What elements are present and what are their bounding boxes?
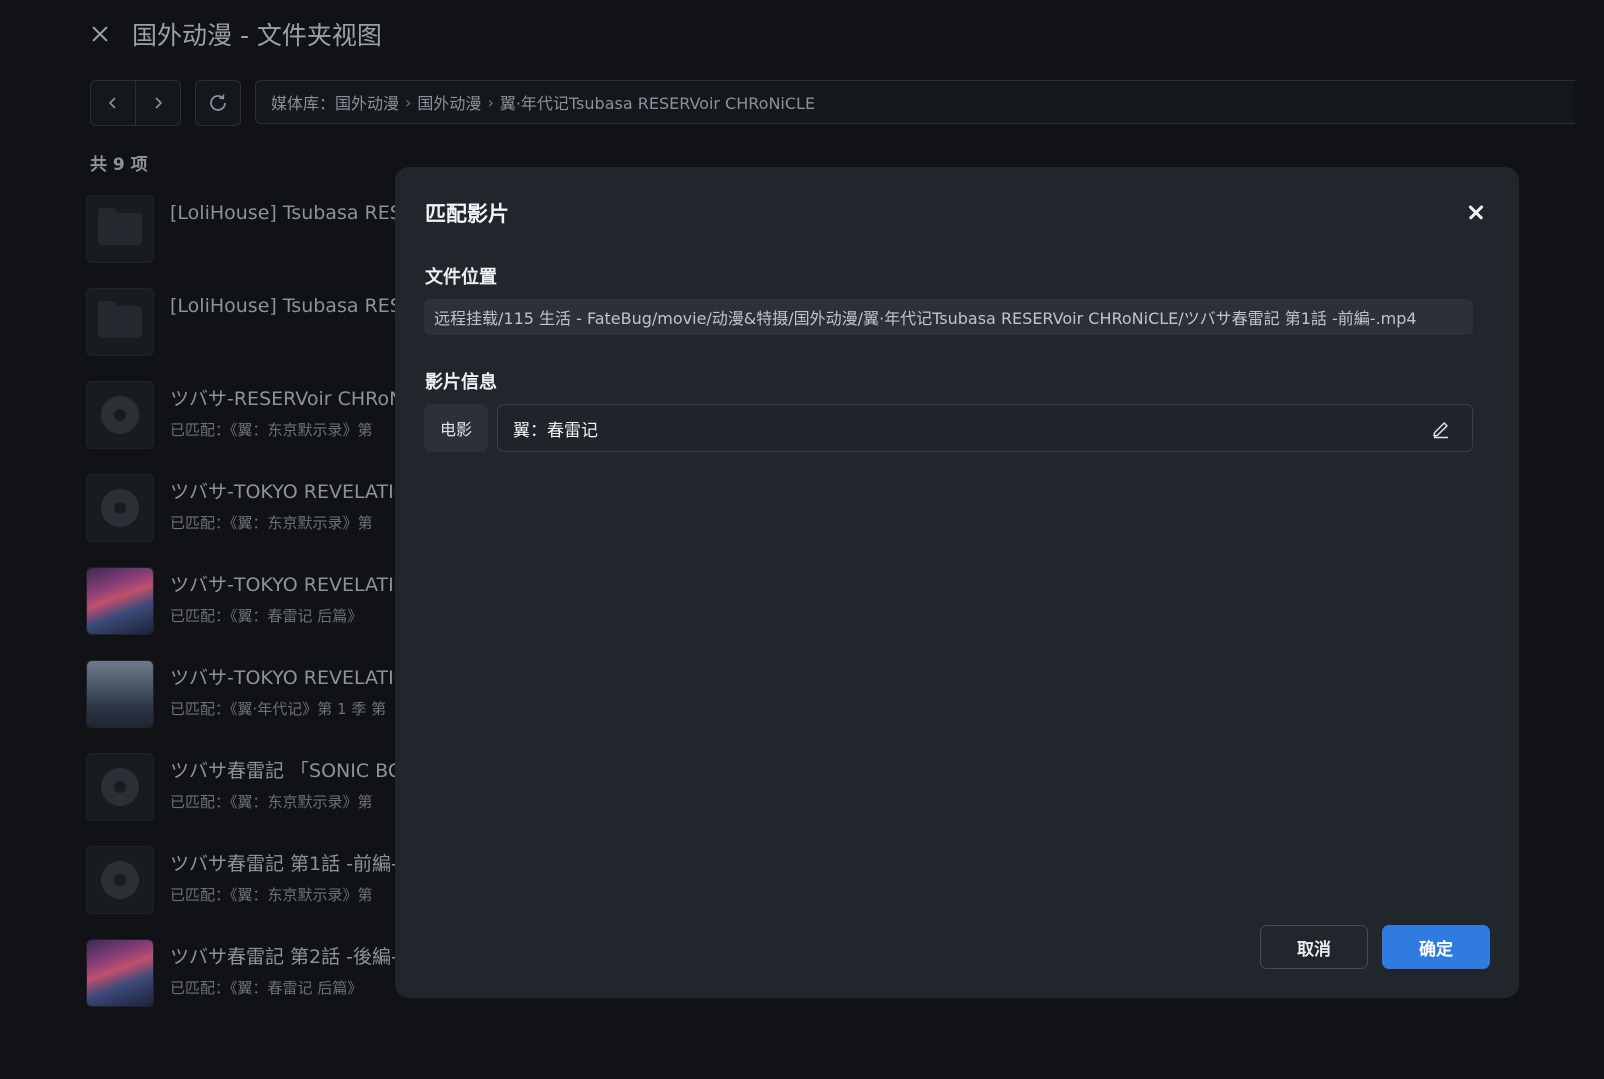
history-buttons — [90, 80, 181, 126]
chevron-left-icon[interactable] — [91, 81, 135, 125]
list-item-title: ツバサ-RESERVoir CHRoNiCLE — [170, 388, 398, 410]
film-reel-icon — [86, 846, 154, 914]
poster-thumbnail — [86, 567, 154, 635]
list-item[interactable]: ツバサ-TOKYO REVELATIONS 已匹配：《翼：春雷记 后篇》 — [86, 567, 416, 660]
close-icon[interactable] — [88, 22, 112, 46]
folder-icon — [86, 288, 154, 356]
list-item-match: 已匹配：《翼：东京默示录》第 — [170, 421, 373, 439]
breadcrumb-item[interactable]: 媒体库：国外动漫 — [271, 90, 399, 114]
breadcrumb-item[interactable]: 翼·年代记Tsubasa RESERVoir CHRoNiCLE — [500, 90, 815, 114]
list-item-title: ツバサ春雷記 「SONIC BOOM」 — [170, 760, 398, 782]
page-title: 国外动漫 - 文件夹视图 — [132, 21, 382, 50]
file-path-field: 远程挂载/115 生活 - FateBug/movie/动漫&特摄/国外动漫/翼… — [424, 299, 1473, 335]
film-reel-icon — [86, 753, 154, 821]
list-item-title: ツバサ春雷記 第2話 -後編- — [170, 946, 398, 968]
breadcrumb-item[interactable]: 国外动漫 — [417, 90, 481, 114]
refresh-icon[interactable] — [196, 81, 240, 125]
window-header: 国外动漫 - 文件夹视图 — [88, 14, 382, 54]
matched-title: 翼：春雷记 — [513, 420, 598, 441]
list-item-match: 已匹配：《翼：东京默示录》第 — [170, 793, 373, 811]
film-reel-icon — [86, 381, 154, 449]
list-item[interactable]: ツバサ春雷記 第2話 -後編- 已匹配：《翼：春雷记 后篇》 — [86, 939, 416, 1032]
list-item[interactable]: ツバサ-TOKYO REVELATIONS 已匹配：《翼：东京默示录》第 — [86, 474, 416, 567]
confirm-button[interactable]: 确定 — [1382, 925, 1490, 969]
item-count: 共 9 项 — [90, 155, 148, 175]
folder-icon — [86, 195, 154, 263]
file-location-label: 文件位置 — [425, 267, 497, 288]
list-item[interactable]: ツバサ-RESERVoir CHRoNiCLE 已匹配：《翼：东京默示录》第 — [86, 381, 416, 474]
breadcrumb-separator: › — [405, 92, 412, 112]
list-item-match: 已匹配：《翼·年代记》第 1 季 第 — [170, 700, 387, 718]
match-movie-dialog: 匹配影片 文件位置 远程挂载/115 生活 - FateBug/movie/动漫… — [395, 167, 1519, 998]
cancel-button[interactable]: 取消 — [1260, 925, 1368, 969]
list-item-title: ツバサ-TOKYO REVELATIONS — [170, 481, 398, 503]
matched-title-field[interactable]: 翼：春雷记 — [497, 404, 1473, 452]
list-item-match: 已匹配：《翼：春雷记 后篇》 — [170, 607, 363, 625]
dialog-title: 匹配影片 — [425, 202, 509, 226]
refresh-button[interactable] — [195, 80, 241, 126]
list-item-match: 已匹配：《翼：东京默示录》第 — [170, 514, 373, 532]
list-item[interactable]: ツバサ春雷記 「SONIC BOOM」 已匹配：《翼：东京默示录》第 — [86, 753, 416, 846]
movie-info-label: 影片信息 — [425, 372, 497, 393]
chevron-right-icon[interactable] — [135, 81, 180, 125]
navigation-bar: 媒体库：国外动漫 › 国外动漫 › 翼·年代记Tsubasa RESERVoir… — [90, 80, 1575, 126]
poster-thumbnail — [86, 939, 154, 1007]
media-type-chip[interactable]: 电影 — [424, 404, 488, 452]
list-item[interactable]: [LoliHouse] Tsubasa RESERVoir CHRoNiCLE — [86, 288, 416, 381]
list-item-title: [LoliHouse] Tsubasa RESERVoir CHRoNiCLE — [170, 202, 398, 224]
list-item[interactable]: [LoliHouse] Tsubasa RESERVoir CHRoNiCLE — [86, 195, 416, 288]
close-icon[interactable] — [1467, 203, 1485, 221]
list-item-title: ツバサ春雷記 第1話 -前編- — [170, 853, 398, 875]
edit-icon[interactable] — [1430, 418, 1452, 440]
list-item-title: [LoliHouse] Tsubasa RESERVoir CHRoNiCLE — [170, 295, 398, 317]
list-item-match: 已匹配：《翼：东京默示录》第 — [170, 886, 373, 904]
file-list: [LoliHouse] Tsubasa RESERVoir CHRoNiCLE … — [86, 195, 416, 1032]
list-item-match: 已匹配：《翼：春雷记 后篇》 — [170, 979, 363, 997]
film-reel-icon — [86, 474, 154, 542]
breadcrumb-separator: › — [487, 92, 494, 112]
breadcrumb[interactable]: 媒体库：国外动漫 › 国外动漫 › 翼·年代记Tsubasa RESERVoir… — [255, 80, 1575, 124]
poster-thumbnail — [86, 660, 154, 728]
list-item[interactable]: ツバサ春雷記 第1話 -前編- 已匹配：《翼：东京默示录》第 — [86, 846, 416, 939]
list-item[interactable]: ツバサ-TOKYO REVELATIONS 已匹配：《翼·年代记》第 1 季 第 — [86, 660, 416, 753]
list-item-title: ツバサ-TOKYO REVELATIONS — [170, 667, 398, 689]
list-item-title: ツバサ-TOKYO REVELATIONS — [170, 574, 398, 596]
